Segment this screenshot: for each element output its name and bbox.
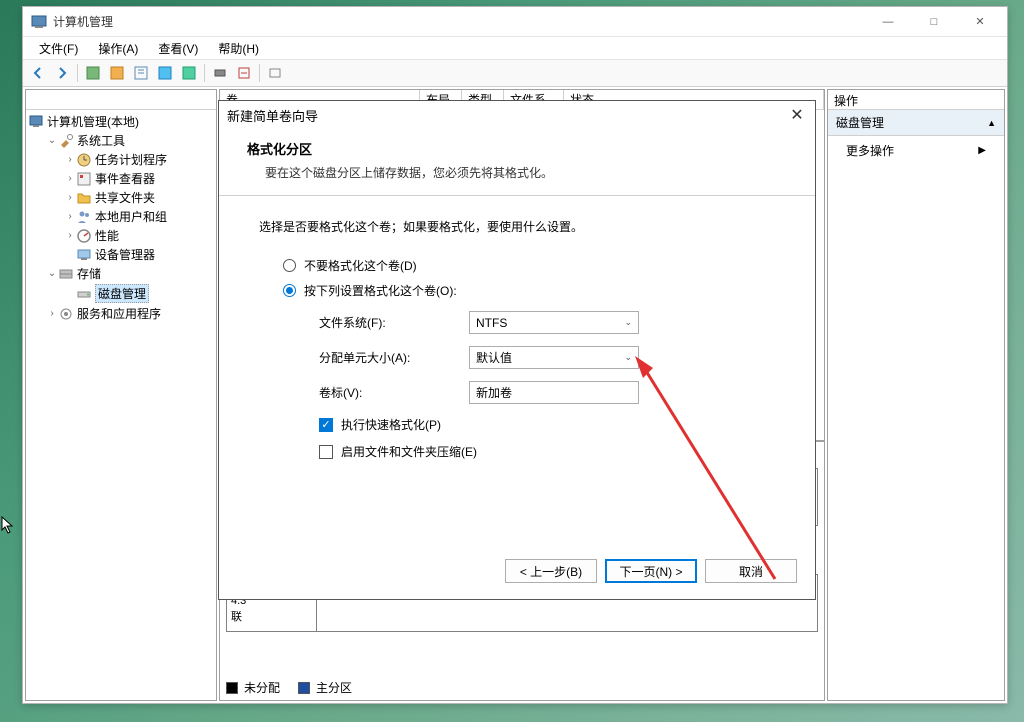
tree-disk-management[interactable]: › 磁盘管理 — [64, 283, 214, 304]
expand-icon[interactable]: › — [46, 308, 58, 319]
legend: 未分配 主分区 — [226, 679, 352, 696]
wizard-heading: 格式化分区 — [247, 139, 787, 158]
wizard-dialog: 新建简单卷向导 ✕ 格式化分区 要在这个磁盘分区上储存数据，您必须先将其格式化。… — [218, 100, 816, 600]
chevron-right-icon: ▶ — [978, 145, 986, 156]
wizard-close-button[interactable]: ✕ — [787, 105, 807, 125]
tree-task-scheduler[interactable]: › 任务计划程序 — [64, 150, 214, 169]
toolbar-button-7[interactable] — [178, 62, 200, 84]
next-button[interactable]: 下一页(N) > — [605, 559, 697, 583]
expand-icon[interactable]: › — [64, 173, 76, 184]
collapse-icon[interactable]: ⌄ — [46, 268, 58, 279]
checkbox-icon-checked: ✓ — [319, 418, 333, 432]
tree-local-users[interactable]: › 本地用户和组 — [64, 207, 214, 226]
cancel-button[interactable]: 取消 — [705, 559, 797, 583]
device-icon — [76, 247, 92, 263]
wizard-subheading: 要在这个磁盘分区上储存数据，您必须先将其格式化。 — [247, 164, 787, 181]
expand-icon[interactable]: › — [64, 154, 76, 165]
back-button[interactable]: < 上一步(B) — [505, 559, 597, 583]
menu-file[interactable]: 文件(F) — [29, 38, 88, 59]
allocation-label: 分配单元大小(A): — [319, 349, 469, 366]
expand-icon[interactable]: › — [64, 230, 76, 241]
minimize-button[interactable]: — — [865, 8, 911, 36]
swatch-primary — [298, 682, 310, 694]
users-icon — [76, 209, 92, 225]
wizard-instruction: 选择是否要格式化这个卷；如果要格式化，要使用什么设置。 — [259, 218, 775, 235]
titlebar: 计算机管理 — □ ✕ — [23, 7, 1007, 37]
expand-icon[interactable]: › — [64, 192, 76, 203]
window-title: 计算机管理 — [53, 13, 865, 30]
toolbar-button-6[interactable] — [154, 62, 176, 84]
chevron-down-icon: ⌄ — [624, 317, 632, 328]
folder-icon — [76, 190, 92, 206]
tools-icon — [58, 133, 74, 149]
app-icon — [31, 14, 47, 30]
radio-icon — [283, 259, 296, 272]
checkbox-quick-format[interactable]: ✓ 执行快速格式化(P) — [319, 416, 775, 433]
tree-shared-folders[interactable]: › 共享文件夹 — [64, 188, 214, 207]
tree-storage[interactable]: ⌄ 存储 — [46, 264, 214, 283]
radio-format[interactable]: 按下列设置格式化这个卷(O): — [283, 282, 775, 299]
event-icon — [76, 171, 92, 187]
volume-input[interactable] — [469, 381, 639, 404]
toolbar-button-4[interactable] — [106, 62, 128, 84]
tree-system-tools[interactable]: ⌄ 系统工具 — [46, 131, 214, 150]
legend-unallocated: 未分配 — [244, 679, 280, 696]
toolbar-button-10[interactable] — [264, 62, 286, 84]
actions-panel: 操作 磁盘管理 ▲ 更多操作 ▶ — [827, 89, 1005, 701]
filesystem-label: 文件系统(F): — [319, 314, 469, 331]
actions-more[interactable]: 更多操作 ▶ — [828, 136, 1004, 165]
volume-label: 卷标(V): — [319, 384, 469, 401]
menu-action[interactable]: 操作(A) — [88, 38, 148, 59]
back-button[interactable] — [27, 62, 49, 84]
collapse-icon[interactable]: ⌄ — [46, 135, 58, 146]
tree-services-apps[interactable]: › 服务和应用程序 — [46, 304, 214, 323]
close-button[interactable]: ✕ — [957, 8, 1003, 36]
menu-help[interactable]: 帮助(H) — [208, 38, 269, 59]
menubar: 文件(F) 操作(A) 查看(V) 帮助(H) — [23, 37, 1007, 59]
filesystem-select[interactable]: NTFS ⌄ — [469, 311, 639, 334]
actions-header: 操作 — [828, 90, 1004, 110]
toolbar-button-3[interactable] — [82, 62, 104, 84]
radio-icon-checked — [283, 284, 296, 297]
actions-group[interactable]: 磁盘管理 ▲ — [828, 110, 1004, 136]
wizard-title: 新建简单卷向导 — [227, 106, 318, 125]
allocation-select[interactable]: 默认值 ⌄ — [469, 346, 639, 369]
tree-performance[interactable]: › 性能 — [64, 226, 214, 245]
collapse-icon: ▲ — [987, 118, 996, 128]
storage-icon — [58, 266, 74, 282]
legend-primary: 主分区 — [316, 679, 352, 696]
radio-no-format[interactable]: 不要格式化这个卷(D) — [283, 257, 775, 274]
tree-device-manager[interactable]: › 设备管理器 — [64, 245, 214, 264]
toolbar-button-9[interactable] — [233, 62, 255, 84]
tree-event-viewer[interactable]: › 事件查看器 — [64, 169, 214, 188]
performance-icon — [76, 228, 92, 244]
toolbar — [23, 59, 1007, 87]
expand-icon[interactable]: › — [64, 211, 76, 222]
toolbar-button-8[interactable] — [209, 62, 231, 84]
toolbar-button-5[interactable] — [130, 62, 152, 84]
maximize-button[interactable]: □ — [911, 8, 957, 36]
menu-view[interactable]: 查看(V) — [148, 38, 208, 59]
services-icon — [58, 306, 74, 322]
forward-button[interactable] — [51, 62, 73, 84]
computer-icon — [28, 114, 44, 130]
swatch-unallocated — [226, 682, 238, 694]
chevron-down-icon: ⌄ — [624, 352, 632, 363]
cursor-icon — [0, 515, 16, 535]
checkbox-icon — [319, 445, 333, 459]
clock-icon — [76, 152, 92, 168]
tree-root[interactable]: 计算机管理(本地) — [28, 112, 214, 131]
tree-panel: 计算机管理(本地) ⌄ 系统工具 › 任务计划程序 — [25, 89, 217, 701]
disk-icon — [76, 286, 92, 302]
checkbox-compression[interactable]: 启用文件和文件夹压缩(E) — [319, 443, 775, 460]
